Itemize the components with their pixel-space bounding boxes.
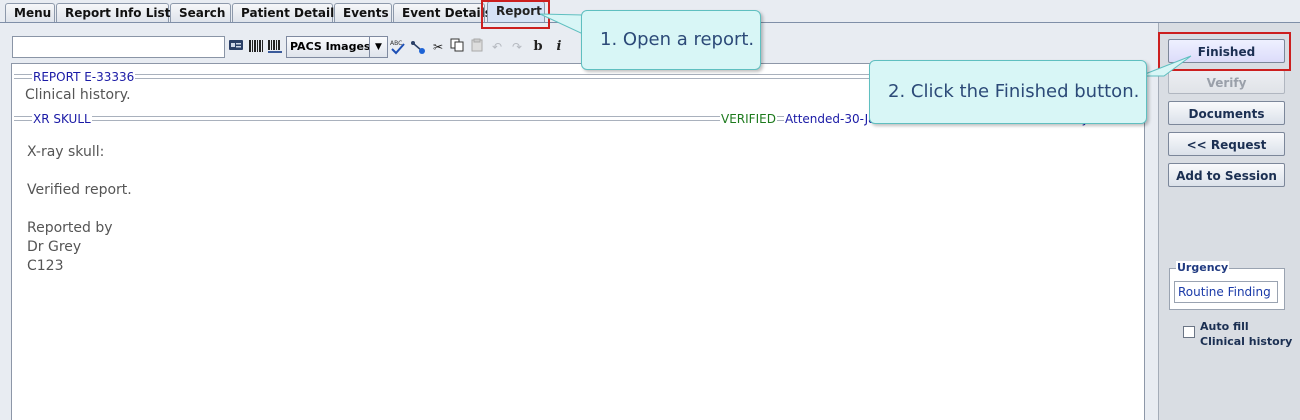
barcode-print-icon[interactable] xyxy=(266,38,284,56)
report-status-label: VERIFIED xyxy=(720,112,777,126)
exam-name-label: XR SKULL xyxy=(32,112,92,126)
tab-label: Events xyxy=(343,6,389,20)
report-line: X-ray skull: xyxy=(27,144,105,160)
spellcheck-icon[interactable]: ABC xyxy=(389,38,407,56)
tab-search[interactable]: Search xyxy=(170,3,231,23)
step2-callout: 2. Click the Finished button. xyxy=(869,60,1147,124)
cut-icon[interactable]: ✂ xyxy=(429,38,447,56)
report-line: Reported by xyxy=(27,220,113,236)
tab-label: Patient Details xyxy=(241,6,342,20)
tab-label: Menu xyxy=(14,6,52,20)
copy-icon[interactable] xyxy=(448,38,466,56)
autofill-label: Auto fill Clinical history xyxy=(1200,319,1295,349)
tab-label: Event Details xyxy=(402,6,492,20)
link-icon[interactable] xyxy=(409,38,427,56)
documents-button[interactable]: Documents xyxy=(1168,101,1285,125)
urgency-label: Urgency xyxy=(1176,261,1230,275)
report-body: X-ray skull: Verified report. Reported b… xyxy=(27,143,132,276)
actions-panel: Finished Verify Documents << Request Add… xyxy=(1158,23,1300,420)
step2-callout-text: 2. Click the Finished button. xyxy=(888,81,1140,102)
urgency-field[interactable]: Routine Finding xyxy=(1174,281,1278,303)
tab-label: Report Info Lists xyxy=(65,6,178,20)
request-button[interactable]: << Request xyxy=(1168,132,1285,156)
redo-icon[interactable]: ↷ xyxy=(508,38,526,56)
id-card-icon[interactable] xyxy=(227,38,245,56)
autofill-label-line: Clinical history xyxy=(1200,335,1293,348)
svg-text:ABC: ABC xyxy=(390,40,402,47)
tab-patient-details[interactable]: Patient Details xyxy=(232,3,341,23)
tab-event-details[interactable]: Event Details xyxy=(393,3,492,23)
autofill-checkbox[interactable] xyxy=(1183,326,1195,338)
tab-menu[interactable]: Menu xyxy=(5,3,55,23)
step1-callout-text: 1. Open a report. xyxy=(600,29,755,50)
undo-icon[interactable]: ↶ xyxy=(488,38,506,56)
add-to-session-button[interactable]: Add to Session xyxy=(1168,163,1285,187)
report-line: C123 xyxy=(27,258,64,274)
clinical-history-text: Clinical history. xyxy=(25,87,131,103)
tab-label: Search xyxy=(179,6,226,20)
report-line: Dr Grey xyxy=(27,239,82,255)
report-id-label: REPORT E-33336 xyxy=(32,70,136,84)
chevron-down-icon: ▼ xyxy=(369,37,387,57)
bold-icon[interactable]: b xyxy=(529,38,547,56)
paste-icon[interactable] xyxy=(468,38,486,56)
search-input[interactable] xyxy=(12,36,225,58)
tab-report-info-lists[interactable]: Report Info Lists xyxy=(56,3,177,23)
report-line xyxy=(27,200,132,219)
report-line: Verified report. xyxy=(27,182,132,198)
italic-icon[interactable]: i xyxy=(550,38,568,56)
tab-events[interactable]: Events xyxy=(334,3,392,23)
urgency-group: Urgency Routine Finding xyxy=(1169,261,1285,310)
pacs-images-dropdown[interactable]: PACS Images ▼ xyxy=(286,36,388,58)
step1-callout: 1. Open a report. xyxy=(581,10,761,70)
autofill-label-line: Auto fill xyxy=(1200,320,1249,333)
pacs-images-label: PACS Images xyxy=(290,40,371,53)
report-line xyxy=(27,162,132,181)
barcode-icon[interactable] xyxy=(247,38,265,56)
